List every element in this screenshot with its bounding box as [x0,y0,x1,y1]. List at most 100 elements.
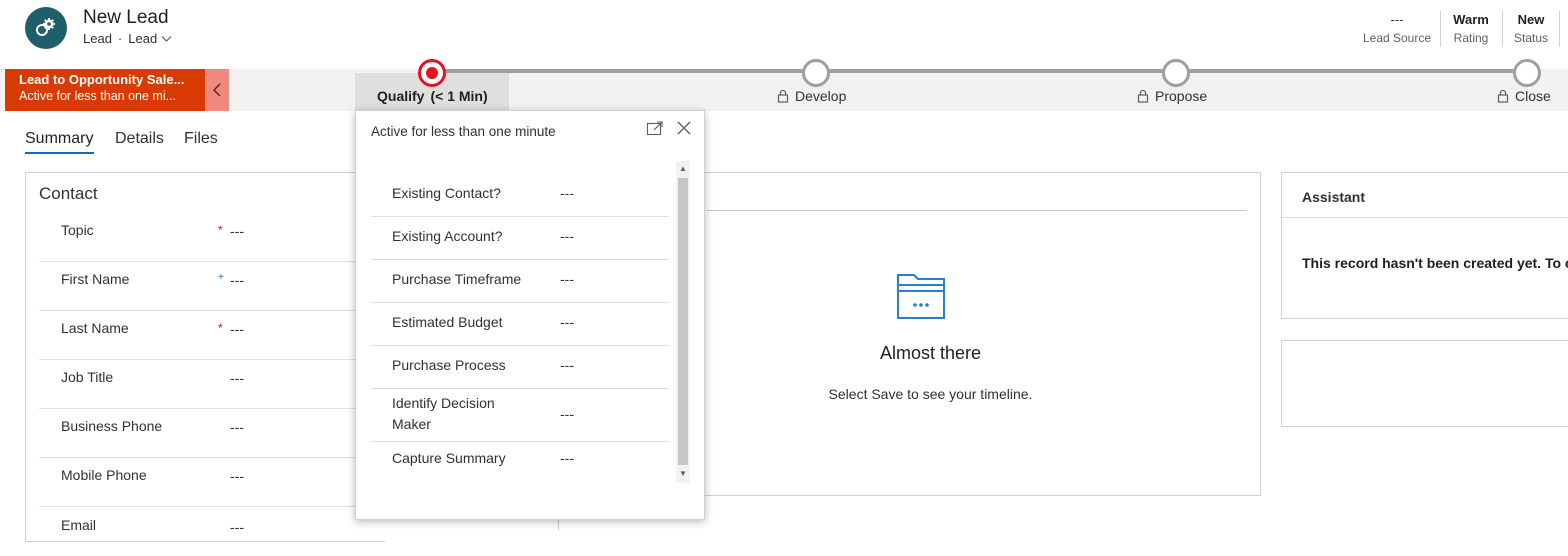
scroll-down-arrow-icon[interactable]: ▼ [679,469,687,478]
process-duration: Active for less than one mi... [19,89,177,103]
field-label: Topic [61,222,94,238]
step-capture-summary[interactable]: Capture Summary --- [371,442,669,480]
step-value[interactable]: --- [560,357,574,373]
active-stage-dot [426,67,438,79]
step-label: Existing Account? [392,228,503,244]
assistant-divider [1282,217,1568,218]
step-value[interactable]: --- [560,406,574,422]
active-tab-indicator [25,152,94,154]
required-indicator: * [218,321,223,335]
scroll-up-arrow-icon[interactable]: ▲ [679,164,687,173]
stage-develop[interactable]: Develop [777,88,846,104]
step-label: Purchase Process [392,357,506,373]
step-value[interactable]: --- [560,271,574,287]
header-separator [1440,11,1441,47]
step-existing-account[interactable]: Existing Account? --- [371,217,669,260]
close-icon[interactable] [675,119,693,137]
chevron-down-icon [161,35,172,42]
subtitle-separator: · [117,31,123,46]
field-first-name[interactable]: First Name + --- [39,262,384,311]
tab-summary[interactable]: Summary [25,130,93,148]
lead-avatar [25,7,67,49]
field-value[interactable]: --- [230,370,244,386]
lock-icon [777,89,789,103]
stage-qualify[interactable]: Qualify (< 1 Min) [377,88,488,104]
step-label: Capture Summary [392,450,506,466]
header-field-status[interactable]: New Status [1510,12,1552,45]
stage-qualify-duration: (< 1 Min) [430,88,488,104]
stage-qualify-marker[interactable] [418,59,446,87]
field-mobile-phone[interactable]: Mobile Phone --- [39,458,384,507]
field-business-phone[interactable]: Business Phone --- [39,409,384,458]
timeline-divider [707,210,1247,211]
step-label: Purchase Timeframe [392,271,522,287]
step-label: Existing Contact? [392,185,501,201]
step-identify-decision-maker[interactable]: Identify Decision Maker --- [371,389,669,442]
step-purchase-process[interactable]: Purchase Process --- [371,346,669,389]
tab-files[interactable]: Files [184,130,218,148]
step-purchase-timeframe[interactable]: Purchase Timeframe --- [371,260,669,303]
step-label: Estimated Budget [392,314,503,330]
assistant-section: Assistant This record hasn't been create… [1281,172,1568,319]
lock-icon [1497,89,1509,103]
process-flag[interactable]: Lead to Opportunity Sale... Active for l… [5,69,205,111]
entity-name: Lead [83,31,112,46]
header-field-lead-source[interactable]: --- Lead Source [1362,12,1432,45]
field-value[interactable]: --- [230,519,244,535]
stage-flyout: Active for less than one minute Existing… [355,110,705,520]
field-value[interactable]: --- [230,468,244,484]
field-label: Email [61,517,97,533]
field-job-title[interactable]: Job Title --- [39,360,384,409]
recommended-indicator: + [218,272,224,283]
step-value[interactable]: --- [560,185,574,201]
stage-develop-marker[interactable] [802,59,830,87]
stage-close[interactable]: Close [1497,88,1551,104]
step-existing-contact[interactable]: Existing Contact? --- [371,172,669,217]
header-separator [1559,11,1560,47]
field-value[interactable]: --- [230,223,244,239]
field-email[interactable]: Email --- [39,507,384,556]
contact-section-title: Contact [39,184,98,203]
assistant-message: This record hasn't been created yet. To … [1302,255,1568,271]
step-value[interactable]: --- [560,228,574,244]
header-field-rating[interactable]: Warm Rating [1448,12,1494,45]
flyout-scrollbar[interactable]: ▲ ▼ [676,161,690,483]
header-separator [1502,11,1503,47]
collapse-process-button[interactable] [205,69,229,111]
stage-close-marker[interactable] [1513,59,1541,87]
field-value[interactable]: --- [230,419,244,435]
chevron-left-icon [213,83,221,97]
field-label: Mobile Phone [61,467,147,483]
step-label: Identify Decision Maker [392,395,495,432]
contact-section: Contact Topic * --- First Name + --- Las… [25,172,385,542]
field-topic[interactable]: Topic * --- [39,213,384,262]
empty-section [1281,340,1568,427]
lead-source-label: Lead Source [1362,31,1432,45]
scrollbar-thumb[interactable] [678,178,688,465]
stage-propose[interactable]: Propose [1137,88,1207,104]
status-label: Status [1513,31,1549,45]
flyout-title: Active for less than one minute [371,124,556,139]
record-title: New Lead [83,7,169,28]
stage-close-name: Close [1515,88,1551,104]
field-value[interactable]: --- [230,272,244,288]
lock-icon [1137,89,1149,103]
field-last-name[interactable]: Last Name * --- [39,311,384,360]
stage-propose-name: Propose [1155,88,1208,104]
stage-qualify-name: Qualify [377,88,425,104]
section-edge [558,520,559,530]
step-estimated-budget[interactable]: Estimated Budget --- [371,303,669,346]
step-value[interactable]: --- [560,450,574,466]
lead-entity-icon [36,18,55,36]
stage-develop-name: Develop [795,88,847,104]
process-track-line [432,69,1527,73]
step-value[interactable]: --- [560,314,574,330]
field-label: Job Title [61,369,114,385]
field-value[interactable]: --- [230,321,244,337]
assistant-title: Assistant [1302,189,1366,205]
form-selector[interactable]: Lead [128,31,172,46]
field-label: First Name [61,271,130,287]
tab-details[interactable]: Details [115,130,164,148]
stage-propose-marker[interactable] [1162,59,1190,87]
dock-flyout-icon[interactable] [646,120,664,138]
